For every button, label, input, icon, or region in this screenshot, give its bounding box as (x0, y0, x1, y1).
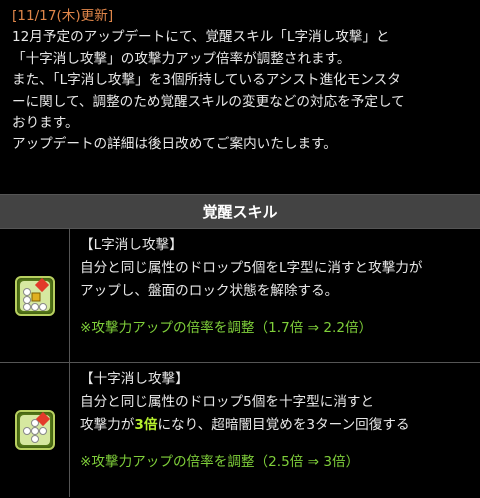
notice-line: おります。 (12, 115, 79, 132)
icon-cell (0, 363, 70, 497)
notice-line: 12月予定のアップデートにて、覚醒スキル「L字消し攻撃」と (12, 29, 390, 46)
adjustment-note: ※攻撃力アップの倍率を調整（1.7倍 ⇒ 2.2倍） (80, 320, 373, 336)
notice-line: ーに関して、調整のため覚醒スキルの変更などの対応を予定して (12, 93, 405, 110)
skill-row-cross-shape: 【十字消し攻撃】 自分と同じ属性のドロップ5個を十字型に消すと 攻撃力が3倍にな… (0, 363, 480, 497)
awakening-skill-table: 覚醒スキル 【L字消し攻撃】 自分と同じ属性のドロップ5個をL字型に消すと攻撃力… (0, 194, 480, 498)
l-shape-icon (14, 275, 55, 316)
skill-text: 【十字消し攻撃】 自分と同じ属性のドロップ5個を十字型に消すと 攻撃力が3倍にな… (70, 363, 480, 497)
skill-desc: 自分と同じ属性のドロップ5個を十字型に消すと (80, 394, 375, 410)
cross-shape-icon (14, 410, 55, 450)
skill-row-l-shape: 【L字消し攻撃】 自分と同じ属性のドロップ5個をL字型に消すと攻撃力が アップし… (0, 229, 480, 363)
desc-pre: 攻撃力が (80, 417, 135, 433)
table-header-label: 覚醒スキル (202, 203, 278, 221)
icon-cell (0, 229, 70, 362)
skill-text: 【L字消し攻撃】 自分と同じ属性のドロップ5個をL字型に消すと攻撃力が アップし… (70, 229, 480, 362)
desc-post: になり、超暗闇目覚めを3ターン回復する (157, 417, 410, 433)
skill-desc: 自分と同じ属性のドロップ5個をL字型に消すと攻撃力が (80, 260, 423, 276)
multiplier-highlight: 3倍 (134, 417, 158, 433)
skill-title: 【L字消し攻撃】 (80, 237, 183, 253)
skill-desc: 攻撃力が3倍になり、超暗闇目覚めを3ターン回復する (80, 414, 472, 437)
skill-title: 【十字消し攻撃】 (80, 371, 189, 387)
skill-desc: アップし、盤面のロック状態を解除する。 (80, 283, 339, 299)
table-header: 覚醒スキル (0, 195, 480, 229)
update-date-tag: [11/17(木)更新] (12, 8, 114, 24)
notice-line: また、「L字消し攻撃」を3個所持しているアシスト進化モンスタ (12, 72, 401, 89)
adjustment-note: ※攻撃力アップの倍率を調整（2.5倍 ⇒ 3倍） (80, 454, 360, 470)
update-notice: [11/17(木)更新] 12月予定のアップデートにて、覚醒スキル「L字消し攻撃… (12, 6, 472, 156)
notice-line: 「十字消し攻撃」の攻撃力アップ倍率が調整されます。 (12, 50, 351, 67)
notice-line: アップデートの詳細は後日改めてご案内いたします。 (12, 136, 337, 153)
